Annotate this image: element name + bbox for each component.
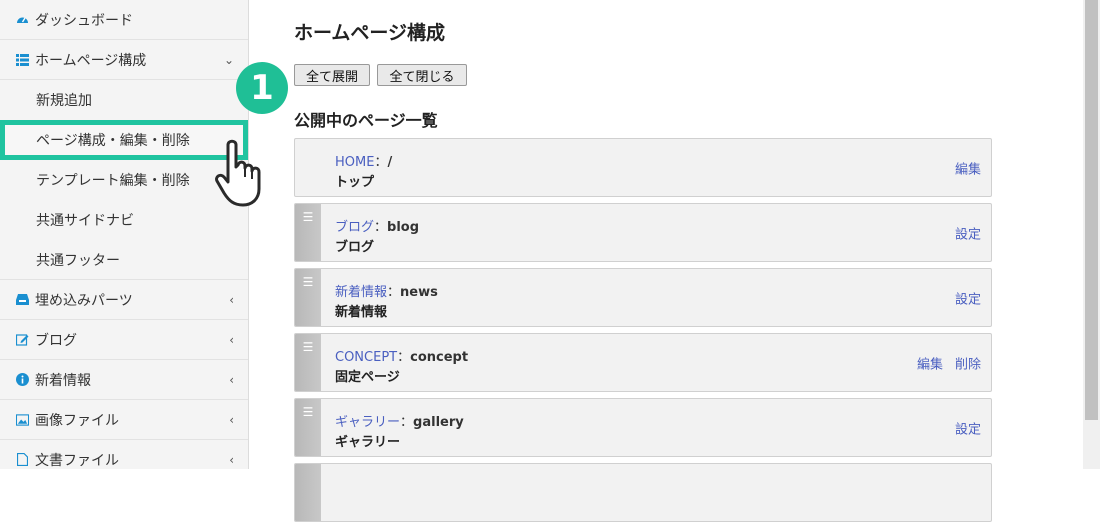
sidebar-subitem-template[interactable]: テンプレート編集・削除 xyxy=(0,160,248,200)
page-link[interactable]: CONCEPT xyxy=(335,350,397,365)
drag-handle-icon[interactable] xyxy=(295,464,321,521)
step-number-badge: 1 xyxy=(236,62,288,114)
page-title: ホームページ構成 xyxy=(294,22,446,44)
page-link[interactable]: 新着情報 xyxy=(335,285,387,300)
sidebar-item-label: 画像ファイル xyxy=(35,412,119,429)
drag-handle-icon[interactable]: ☰ xyxy=(295,399,321,456)
sidebar-item-homepage-structure[interactable]: ホームページ構成 ⌄ xyxy=(0,40,248,80)
page-name: トップ xyxy=(335,175,375,190)
sidebar-item-label: 新着情報 xyxy=(35,372,91,389)
sidebar-subitem-footer[interactable]: 共通フッター xyxy=(0,240,248,280)
page-name: ギャラリー xyxy=(335,435,401,450)
page-slug: gallery xyxy=(413,415,464,430)
sidebar-item-documents[interactable]: 文書ファイル ‹ xyxy=(0,440,248,469)
main-content: ホームページ構成 全て展開 全て閉じる 公開中のページ一覧 HOME：/ トップ… xyxy=(249,0,1083,522)
page-row xyxy=(294,463,992,522)
chevron-left-icon: ‹ xyxy=(229,372,234,387)
page-slug: / xyxy=(387,155,393,170)
file-icon xyxy=(16,453,29,466)
page-slug: concept xyxy=(410,350,469,365)
chevron-left-icon: ‹ xyxy=(229,412,234,427)
sidebar-item-label: 文書ファイル xyxy=(35,452,119,469)
separator: ： xyxy=(374,220,388,235)
page-link[interactable]: ブログ xyxy=(335,220,374,235)
edit-icon xyxy=(16,333,29,346)
dashboard-icon xyxy=(16,13,29,26)
edit-link[interactable]: 編集 xyxy=(917,353,943,372)
chevron-left-icon: ‹ xyxy=(229,292,234,307)
drag-handle-icon[interactable]: ☰ xyxy=(295,269,321,326)
page-link[interactable]: HOME xyxy=(335,155,374,170)
chevron-left-icon: ‹ xyxy=(229,332,234,347)
sidebar-subitem-page-structure[interactable]: ページ構成・編集・削除 xyxy=(0,120,248,160)
edit-link[interactable]: 編集 xyxy=(955,158,981,177)
drag-handle-icon[interactable]: ☰ xyxy=(295,204,321,261)
separator: ： xyxy=(397,350,411,365)
page-slug: blog xyxy=(387,220,420,235)
sidebar-item-label: ホームページ構成 xyxy=(35,52,147,69)
sidebar-subitem-new[interactable]: 新規追加 xyxy=(0,80,248,120)
settings-link[interactable]: 設定 xyxy=(955,223,981,242)
sidebar: ダッシュボード ホームページ構成 ⌄ 新規追加 ページ構成・編集・削除 テンプレ… xyxy=(0,0,249,469)
sidebar-item-embed-parts[interactable]: 埋め込みパーツ ‹ xyxy=(0,280,248,320)
chevron-down-icon: ⌄ xyxy=(223,52,234,67)
page-name: 新着情報 xyxy=(335,305,388,320)
pointing-hand-icon xyxy=(215,139,261,207)
drag-handle-icon[interactable]: ☰ xyxy=(295,334,321,391)
sidebar-item-blog[interactable]: ブログ ‹ xyxy=(0,320,248,360)
image-icon xyxy=(16,413,29,426)
separator: ： xyxy=(400,415,414,430)
chevron-left-icon: ‹ xyxy=(229,452,234,467)
page-name: 固定ページ xyxy=(335,370,400,385)
info-icon xyxy=(16,373,29,386)
sidebar-item-label: ダッシュボード xyxy=(35,12,133,29)
page-slug: news xyxy=(400,285,438,300)
sidebar-item-label: ブログ xyxy=(35,332,77,349)
page-link[interactable]: ギャラリー xyxy=(335,415,400,430)
sidebar-item-dashboard[interactable]: ダッシュボード xyxy=(0,0,248,40)
separator: ： xyxy=(387,285,401,300)
section-title: 公開中のページ一覧 xyxy=(294,111,438,130)
settings-link[interactable]: 設定 xyxy=(955,418,981,437)
delete-link[interactable]: 削除 xyxy=(955,353,981,372)
inbox-icon xyxy=(16,293,29,306)
separator: ： xyxy=(374,155,388,170)
page-row: ☰ ブログ：blog ブログ 設定 xyxy=(294,203,992,262)
list-icon xyxy=(16,53,29,66)
scrollbar-thumb[interactable] xyxy=(1085,0,1098,420)
page-row: ☰ CONCEPT：concept 固定ページ 編集 削除 xyxy=(294,333,992,392)
expand-all-button[interactable]: 全て展開 xyxy=(294,64,370,86)
sidebar-subitem-side-nav[interactable]: 共通サイドナビ xyxy=(0,200,248,240)
page-row: HOME：/ トップ 編集 xyxy=(294,138,992,197)
page-row: ☰ 新着情報：news 新着情報 設定 xyxy=(294,268,992,327)
page-name: ブログ xyxy=(335,240,375,255)
settings-link[interactable]: 設定 xyxy=(955,288,981,307)
sidebar-item-label: 埋め込みパーツ xyxy=(35,292,133,309)
sidebar-item-images[interactable]: 画像ファイル ‹ xyxy=(0,400,248,440)
sidebar-item-news[interactable]: 新着情報 ‹ xyxy=(0,360,248,400)
page-row: ☰ ギャラリー：gallery ギャラリー 設定 xyxy=(294,398,992,457)
collapse-all-button[interactable]: 全て閉じる xyxy=(377,64,467,86)
